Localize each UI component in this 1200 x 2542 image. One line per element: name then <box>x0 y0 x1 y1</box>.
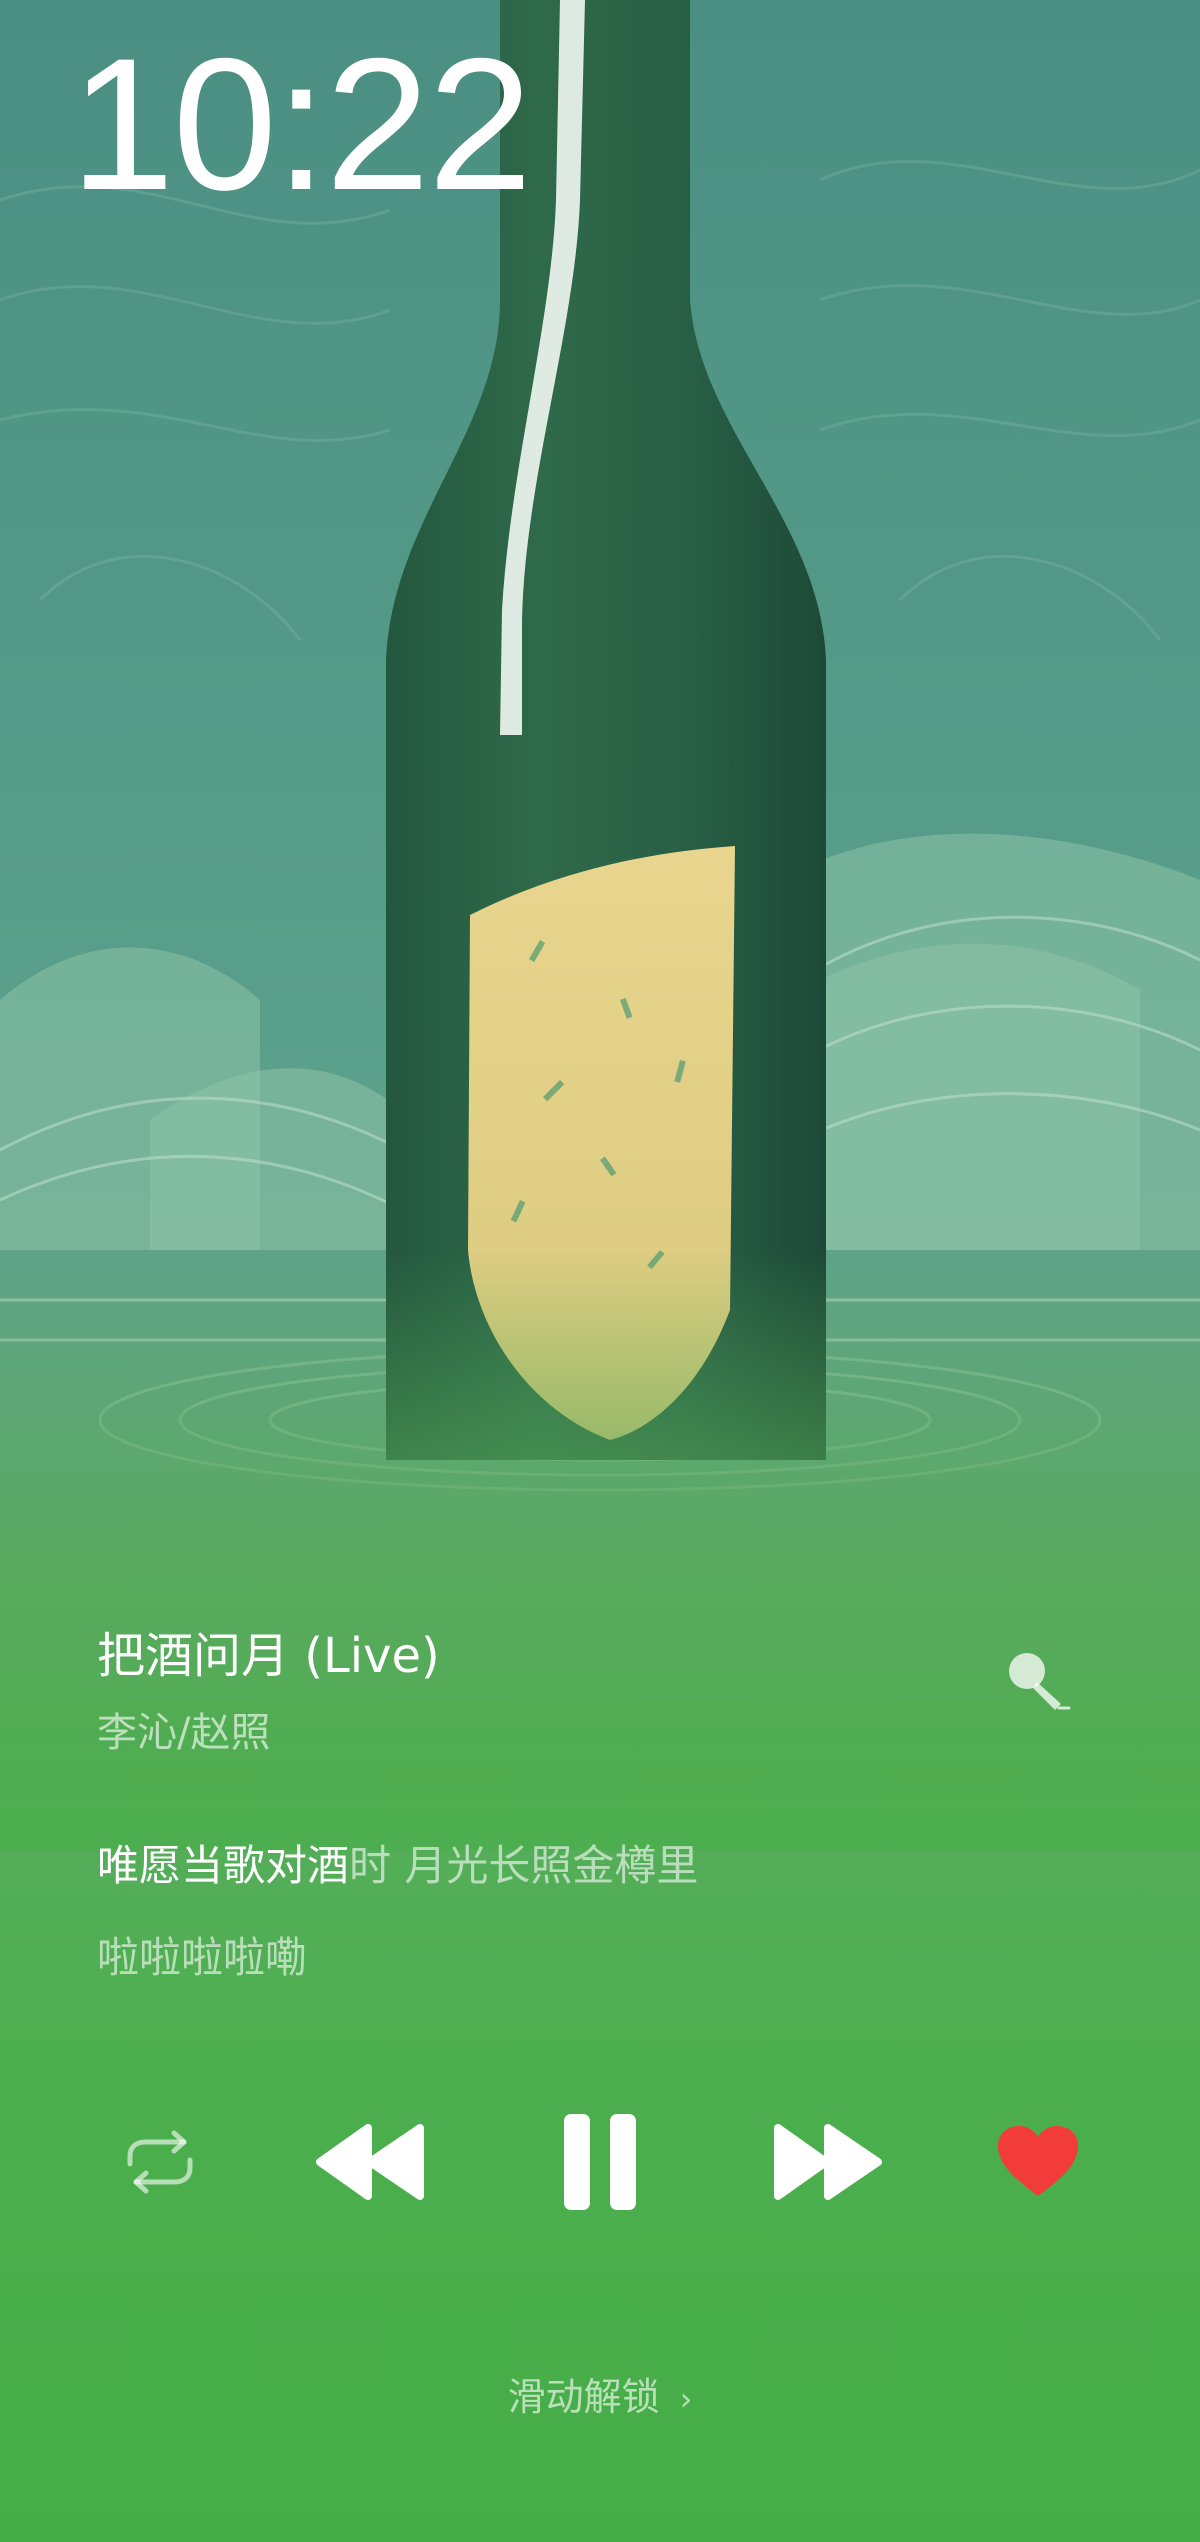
repeat-button[interactable] <box>120 2130 200 2194</box>
chevron-right-icon: › <box>679 2380 693 2418</box>
pause-icon <box>564 2114 636 2210</box>
previous-track-icon <box>316 2124 424 2200</box>
microphone-icon <box>1009 1653 1071 1710</box>
unlock-label: 滑动解锁 <box>507 2375 660 2419</box>
lyric-next-line: 啦啦啦啦嘞 <box>97 1933 308 1982</box>
like-button[interactable] <box>994 2124 1082 2200</box>
heart-icon <box>998 2126 1078 2196</box>
lyric-unsung-part: 时 月光长照金樽里 <box>349 1841 699 1890</box>
lyric-sung-part: 唯愿当歌对酒 <box>97 1841 350 1890</box>
lyric-current-line: 唯愿当歌对酒时 月光长照金樽里 <box>97 1845 698 1887</box>
swipe-to-unlock[interactable]: 滑动解锁 › <box>0 2378 1200 2416</box>
song-title[interactable]: 把酒问月 (Live) <box>97 1632 440 1680</box>
lockscreen-clock: 10:22 <box>70 19 532 229</box>
song-artist[interactable]: 李沁/赵照 <box>97 1713 270 1753</box>
pause-button[interactable] <box>560 2112 640 2212</box>
previous-track-button[interactable] <box>312 2120 432 2204</box>
lock-screen: 10:22 把酒问月 (Live) 李沁/赵照 唯愿当歌对酒时 月光长照金樽里 … <box>0 0 1200 2542</box>
artwork-fade <box>0 1250 1200 1850</box>
next-track-icon <box>774 2124 882 2200</box>
karaoke-mic-button[interactable] <box>1003 1648 1075 1714</box>
next-track-button[interactable] <box>766 2120 886 2204</box>
repeat-icon <box>127 2130 193 2194</box>
